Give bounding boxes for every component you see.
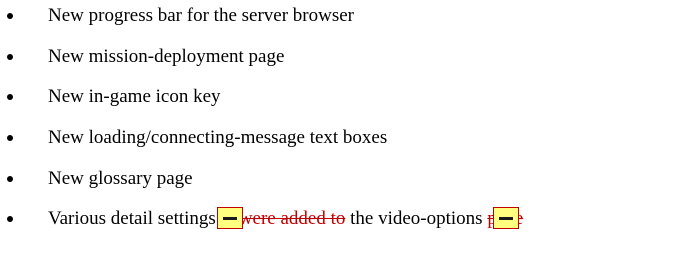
- list-item: New glossary page: [0, 167, 698, 191]
- bullet-point-icon: [7, 135, 13, 141]
- list-item-text: New loading/connecting-message text boxe…: [48, 127, 388, 148]
- list-item: New mission-deployment page: [0, 45, 698, 69]
- list-item-text: New progress bar for the server browser: [48, 5, 354, 26]
- list-item-text: New in-game icon key: [48, 86, 221, 107]
- bullet-point-icon: [7, 13, 13, 19]
- list-item-text: New mission-deployment page: [48, 46, 285, 67]
- list-item-text-start: Various detail settings: [48, 208, 216, 229]
- comment-marker-icon[interactable]: [493, 207, 520, 229]
- bullet-point-icon: [7, 216, 13, 222]
- list-item-text: Various detail settings were added to the…: [48, 207, 523, 231]
- bullet-point-icon: [7, 176, 13, 182]
- list-item: New progress bar for the server browser: [0, 4, 698, 28]
- comment-marker-icon[interactable]: [216, 207, 243, 229]
- bullet-point-icon: [7, 54, 13, 60]
- list-item: Various detail settings were added to the…: [0, 207, 698, 231]
- list-item: New loading/connecting-message text boxe…: [0, 126, 698, 150]
- tracked-deletion-text: were added to: [238, 208, 346, 229]
- list-item-text-middle: the video-options: [350, 208, 483, 229]
- document-page: New progress bar for the server browser …: [0, 0, 698, 275]
- list-item-text: New glossary page: [48, 168, 193, 189]
- bullet-point-icon: [7, 94, 13, 100]
- list-item: New in-game icon key: [0, 85, 698, 109]
